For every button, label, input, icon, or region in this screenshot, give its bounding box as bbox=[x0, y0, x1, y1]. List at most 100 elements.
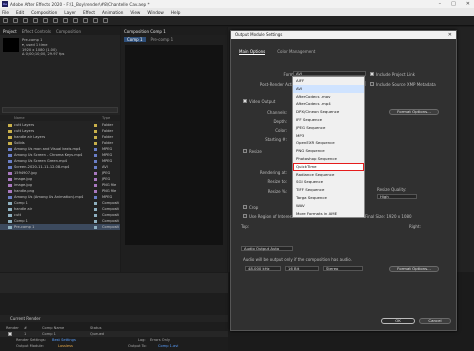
crop-checkbox[interactable] bbox=[243, 205, 247, 209]
column-name[interactable]: Name bbox=[14, 116, 25, 120]
label-color-swatch[interactable] bbox=[94, 135, 97, 139]
label-color-swatch[interactable] bbox=[94, 183, 97, 187]
project-search-input[interactable] bbox=[2, 107, 118, 113]
home-tool-icon[interactable] bbox=[3, 18, 8, 23]
menu-help[interactable]: Help bbox=[171, 10, 181, 15]
audio-output-select[interactable]: Audio Output Auto bbox=[241, 246, 293, 251]
format-options-button[interactable]: Format Options... bbox=[389, 109, 439, 115]
title-bar: Ae Adobe After Effects 2020 - F:\1_Boy\r… bbox=[0, 0, 474, 8]
include-project-link-checkbox[interactable] bbox=[370, 72, 374, 76]
composition-viewer[interactable] bbox=[125, 45, 223, 245]
label-color-swatch[interactable] bbox=[94, 219, 97, 223]
selection-tool-icon[interactable] bbox=[13, 18, 18, 23]
format-option[interactable]: AIFF bbox=[293, 77, 364, 85]
include-xmp-label: Include Source XMP Metadata bbox=[376, 82, 436, 87]
audio-rate-select[interactable]: 48.000 kHz bbox=[245, 266, 281, 271]
format-option[interactable]: MP3 bbox=[293, 132, 364, 140]
resize-quality-select[interactable]: High bbox=[377, 194, 417, 199]
close-window-icon[interactable]: ✕ bbox=[466, 1, 470, 7]
menu-layer[interactable]: Layer bbox=[64, 10, 76, 15]
format-option[interactable]: IFF Sequence bbox=[293, 116, 364, 124]
format-option[interactable]: AfterCodecs .mp4 bbox=[293, 100, 364, 108]
label-color-swatch[interactable] bbox=[94, 201, 97, 205]
footage-icon bbox=[8, 153, 12, 157]
format-option[interactable]: Targa Sequence bbox=[293, 194, 364, 202]
label-color-swatch[interactable] bbox=[94, 213, 97, 217]
hand-tool-icon[interactable] bbox=[23, 18, 28, 23]
menu-composition[interactable]: Composition bbox=[31, 10, 57, 15]
format-option[interactable]: Radiance Sequence bbox=[293, 171, 364, 179]
format-option[interactable]: TIFF Sequence bbox=[293, 186, 364, 194]
label-color-swatch[interactable] bbox=[94, 225, 97, 229]
audio-channels-select[interactable]: Stereo bbox=[323, 266, 363, 271]
pan-behind-tool-icon[interactable] bbox=[63, 18, 68, 23]
label-color-swatch[interactable] bbox=[94, 171, 97, 175]
format-option[interactable]: SGI Sequence bbox=[293, 178, 364, 186]
format-option[interactable]: Photoshop Sequence bbox=[293, 155, 364, 163]
label-color-swatch[interactable] bbox=[94, 141, 97, 145]
minimize-icon[interactable]: – bbox=[439, 1, 442, 7]
format-option[interactable]: JPEG Sequence bbox=[293, 124, 364, 132]
cancel-button[interactable]: Cancel bbox=[419, 318, 451, 324]
resize-checkbox[interactable] bbox=[243, 149, 247, 153]
ok-button[interactable]: OK bbox=[381, 318, 415, 324]
zoom-tool-icon[interactable] bbox=[33, 18, 38, 23]
label-color-swatch[interactable] bbox=[94, 165, 97, 169]
format-option[interactable]: More Formats in AME bbox=[293, 210, 364, 218]
item-info: Pre-comp 1 ▾, used 1 time 1920 x 1080 (1… bbox=[22, 38, 64, 57]
type-tool-icon[interactable] bbox=[93, 18, 98, 23]
tab-project[interactable]: Project bbox=[3, 29, 17, 34]
label-color-swatch[interactable] bbox=[94, 123, 97, 127]
label-color-swatch[interactable] bbox=[94, 153, 97, 157]
maximize-icon[interactable]: □ bbox=[451, 1, 456, 7]
label-color-swatch[interactable] bbox=[94, 159, 97, 163]
use-roi-checkbox[interactable] bbox=[243, 214, 247, 218]
rendering-at-label: Rendering at: bbox=[259, 170, 287, 175]
audio-depth-select[interactable]: 16 Bit bbox=[285, 266, 319, 271]
column-type[interactable]: Type bbox=[102, 116, 110, 120]
format-option[interactable]: QuickTime bbox=[293, 162, 364, 171]
output-to-link[interactable]: Comp 1.avi bbox=[158, 343, 178, 349]
tab-composition[interactable]: Composition bbox=[56, 29, 81, 34]
camera-tool-icon[interactable] bbox=[53, 18, 58, 23]
format-option[interactable]: AVI bbox=[293, 84, 364, 93]
project-item[interactable]: Pre-comp 1 Composit bbox=[0, 224, 120, 230]
format-option[interactable]: WAV bbox=[293, 202, 364, 210]
rectangle-tool-icon[interactable] bbox=[73, 18, 78, 23]
menu-animation[interactable]: Animation bbox=[102, 10, 123, 15]
menu-edit[interactable]: Edit bbox=[16, 10, 24, 15]
folder-icon bbox=[8, 123, 12, 127]
dialog-close-icon[interactable]: ✕ bbox=[448, 31, 452, 39]
tab-composition-comp1[interactable]: Composition Comp 1 bbox=[124, 29, 166, 34]
tab-main-options[interactable]: Main Options bbox=[239, 49, 266, 55]
pen-tool-icon[interactable] bbox=[83, 18, 88, 23]
menu-file[interactable]: File bbox=[2, 10, 9, 15]
video-output-checkbox[interactable] bbox=[243, 99, 247, 103]
rotate-tool-icon[interactable] bbox=[43, 18, 48, 23]
include-xmp-checkbox[interactable] bbox=[370, 82, 374, 86]
resize-pct-label: Resize %: bbox=[267, 189, 287, 194]
format-option[interactable]: OpenEXR Sequence bbox=[293, 139, 364, 147]
menu-window[interactable]: Window bbox=[147, 10, 164, 15]
format-option[interactable]: DPX/Cineon Sequence bbox=[293, 108, 364, 116]
tab-effect-controls[interactable]: Effect Controls bbox=[22, 29, 51, 34]
label-color-swatch[interactable] bbox=[94, 129, 97, 133]
format-option[interactable]: AfterCodecs .mov bbox=[293, 93, 364, 101]
dialog-tabs: Main Options Color Management bbox=[239, 49, 315, 55]
label-color-swatch[interactable] bbox=[94, 147, 97, 151]
label-color-swatch[interactable] bbox=[94, 177, 97, 181]
menu-effect[interactable]: Effect bbox=[83, 10, 95, 15]
brush-tool-icon[interactable] bbox=[103, 18, 108, 23]
tab-color-management[interactable]: Color Management bbox=[277, 49, 315, 55]
final-size-label: Final Size: 1920 x 1080 bbox=[365, 214, 412, 219]
subtab-precomp1[interactable]: Pre-comp 1 bbox=[151, 37, 174, 42]
format-option[interactable]: PNG Sequence bbox=[293, 147, 364, 155]
menu-view[interactable]: View bbox=[130, 10, 140, 15]
subtab-comp1[interactable]: Comp 1 bbox=[124, 36, 146, 42]
label-color-swatch[interactable] bbox=[94, 189, 97, 193]
audio-format-options-button[interactable]: Format Options... bbox=[389, 266, 439, 272]
label-color-swatch[interactable] bbox=[94, 195, 97, 199]
render-checkbox[interactable] bbox=[8, 332, 12, 336]
label-color-swatch[interactable] bbox=[94, 207, 97, 211]
output-module-link[interactable]: Lossless bbox=[58, 343, 73, 349]
